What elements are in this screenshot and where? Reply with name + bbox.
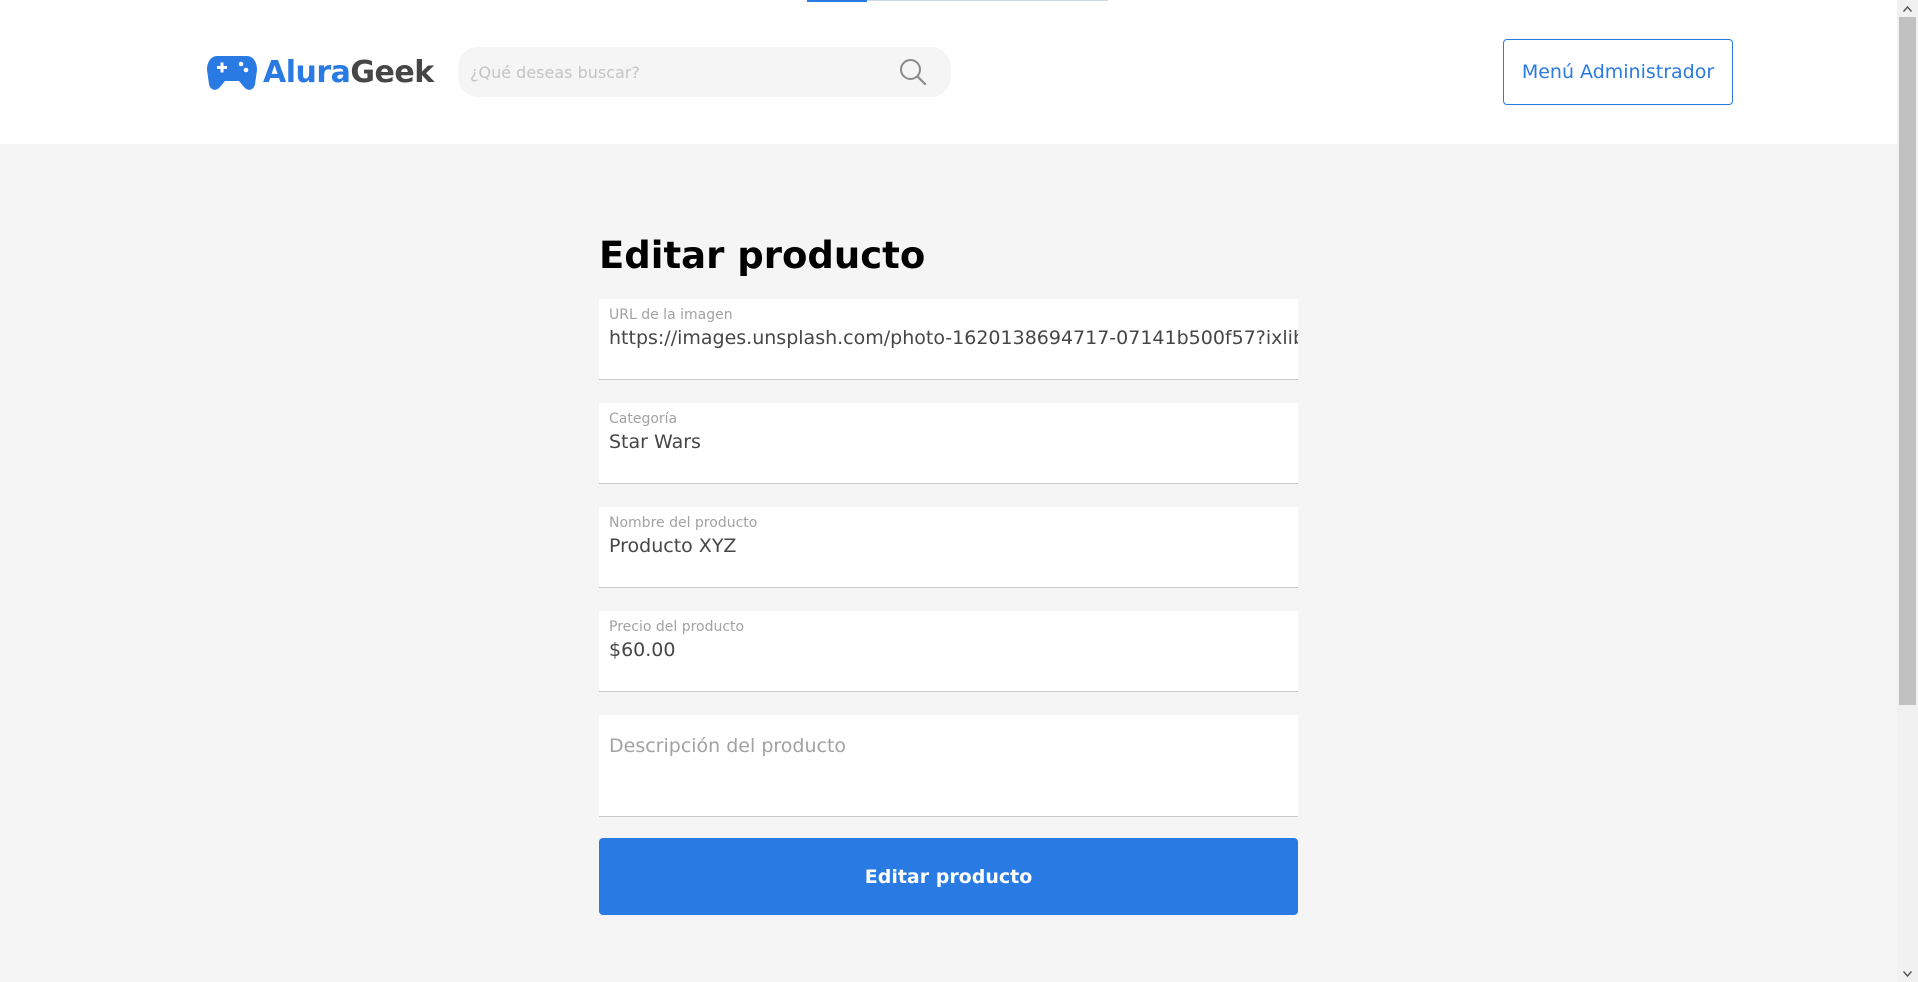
description-placeholder: Descripción del producto	[609, 735, 847, 757]
image-url-field[interactable]: URL de la imagen https://images.unsplash…	[599, 299, 1298, 380]
search-input[interactable]	[468, 47, 888, 97]
category-label: Categoría	[609, 411, 678, 427]
top-loading-bar-fill	[807, 0, 867, 2]
product-name-label: Nombre del producto	[609, 515, 758, 531]
logo-text-geek: Geek	[350, 54, 434, 90]
top-loading-bar	[807, 0, 1108, 2]
logo-text: AluraGeek	[263, 55, 434, 90]
admin-menu-button[interactable]: Menú Administrador	[1503, 39, 1733, 105]
logo-text-alura: Alura	[263, 54, 351, 90]
page-title: Editar producto	[599, 234, 926, 277]
product-price-field[interactable]: Precio del producto $60.00	[599, 611, 1298, 692]
vertical-scrollbar[interactable]	[1897, 0, 1918, 982]
image-url-label: URL de la imagen	[609, 307, 733, 323]
product-name-field[interactable]: Nombre del producto Producto XYZ	[599, 507, 1298, 588]
page: AluraGeek Menú Administrador Editar prod…	[0, 0, 1897, 982]
edit-product-button[interactable]: Editar producto	[599, 838, 1298, 915]
product-price-label: Precio del producto	[609, 619, 745, 635]
category-value[interactable]: Star Wars	[609, 431, 1298, 453]
product-name-value[interactable]: Producto XYZ	[609, 535, 1298, 557]
scroll-down-arrow-icon[interactable]	[1897, 965, 1918, 982]
gamepad-icon	[207, 56, 257, 90]
product-price-value[interactable]: $60.00	[609, 639, 1298, 661]
search-bar	[458, 47, 951, 97]
site-logo[interactable]: AluraGeek	[207, 52, 434, 92]
search-icon[interactable]	[898, 57, 928, 87]
site-header: AluraGeek Menú Administrador	[0, 0, 1897, 144]
scrollbar-thumb[interactable]	[1899, 17, 1916, 705]
description-field[interactable]: Descripción del producto	[599, 715, 1298, 817]
image-url-value[interactable]: https://images.unsplash.com/photo-162013…	[609, 327, 1298, 349]
scroll-up-arrow-icon[interactable]	[1897, 0, 1918, 17]
category-field[interactable]: Categoría Star Wars	[599, 403, 1298, 484]
